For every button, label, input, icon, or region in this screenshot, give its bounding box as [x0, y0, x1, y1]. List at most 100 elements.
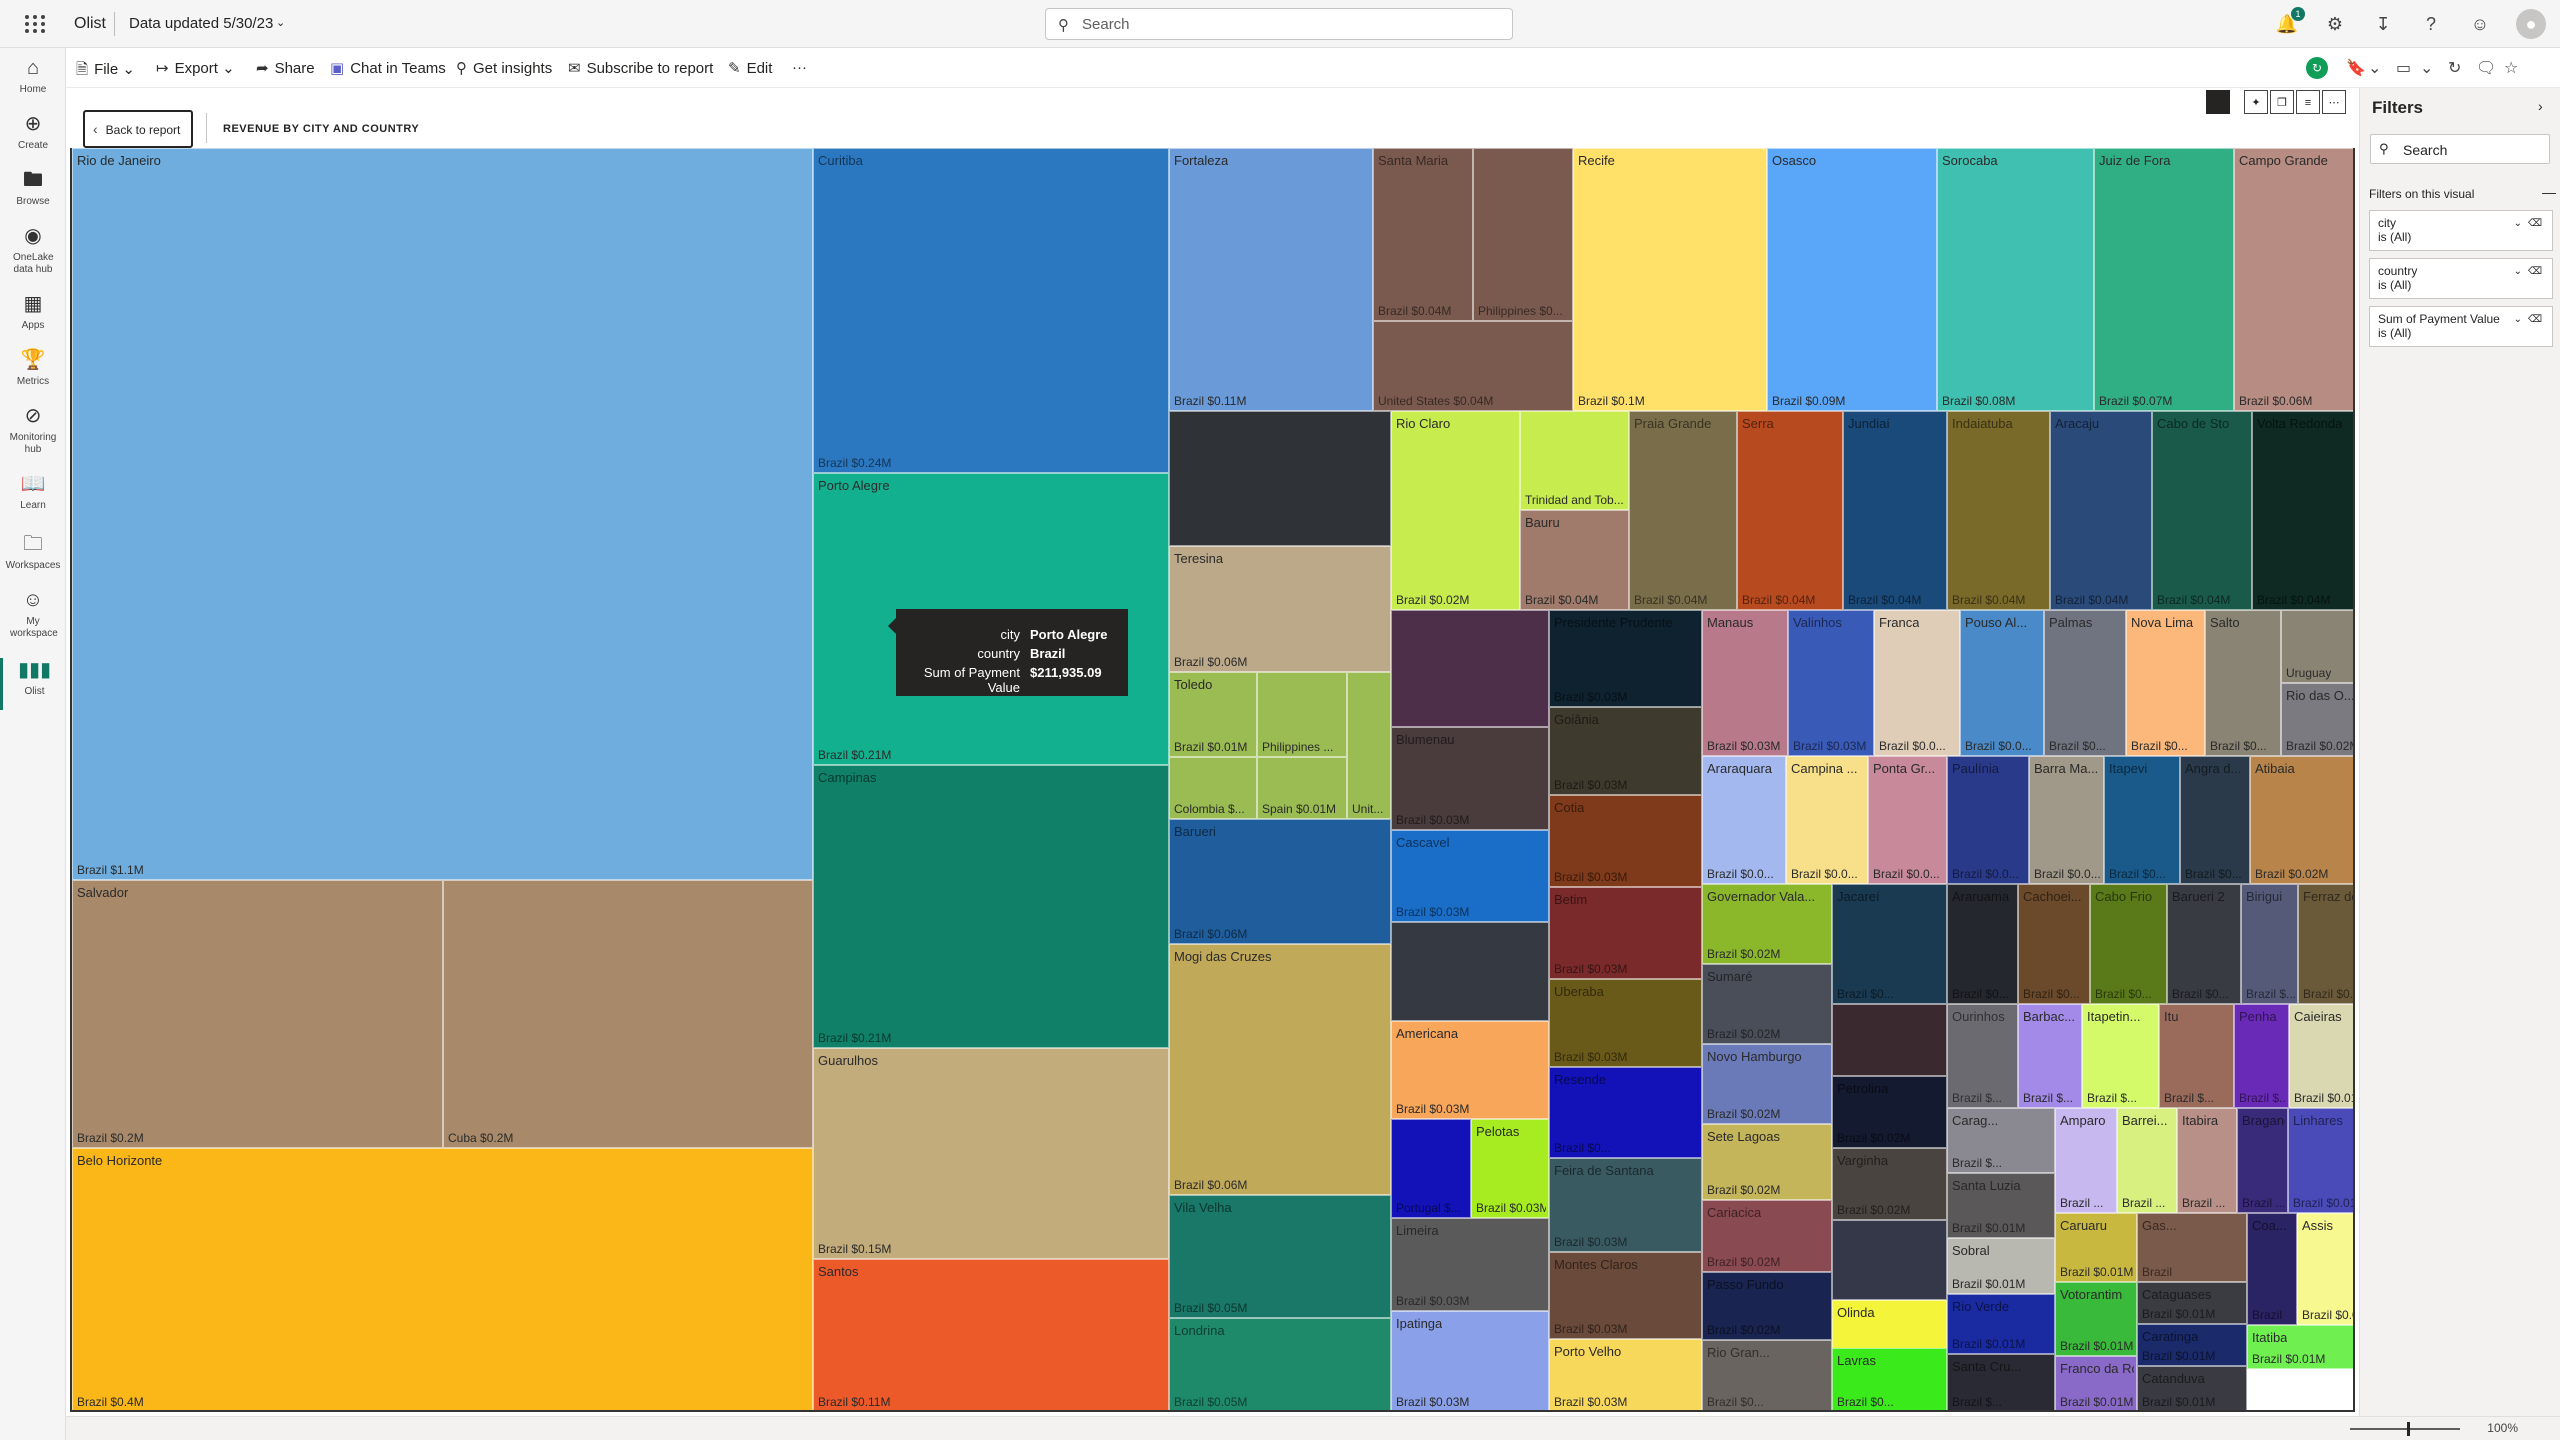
zoom-slider[interactable] — [2350, 1428, 2460, 1430]
treemap-cell[interactable]: Barueri 2 Brazil $0... — [2167, 884, 2241, 1004]
filter-card-city[interactable]: city is (All) ⌄ ⌫ — [2369, 210, 2553, 251]
gear-icon[interactable]: ⚙ — [2323, 12, 2347, 36]
nav-home[interactable]: ⌂ Home — [0, 56, 66, 96]
edit-button[interactable]: ✎ Edit — [728, 59, 772, 77]
file-menu[interactable]: 🗎 File ⌄ — [76, 59, 135, 84]
treemap-cell[interactable]: Carag... Brazil $... — [1947, 1108, 2055, 1173]
treemap-cell[interactable]: Guarulhos Brazil $0.15M — [813, 1048, 1169, 1259]
treemap-cell[interactable]: Uruguay — [2281, 610, 2353, 683]
refresh-icon[interactable]: ↻ — [2448, 58, 2461, 78]
treemap-cell[interactable]: Salvador Brazil $0.2M — [72, 880, 443, 1148]
subscribe-button[interactable]: ✉ Subscribe to report — [568, 59, 713, 77]
treemap-cell[interactable]: Linhares Brazil $0.01M — [2288, 1108, 2353, 1213]
treemap-cell[interactable]: Itu Brazil $... — [2159, 1004, 2234, 1108]
chevron-down-icon[interactable]: ⌄ — [2514, 265, 2522, 279]
treemap-cell[interactable]: Ponta Gr... Brazil $0.0... — [1868, 756, 1947, 884]
treemap-cell[interactable]: Volta Redonda Brazil $0.04M — [2252, 411, 2353, 610]
treemap-cell[interactable]: Amparo Brazil ... — [2055, 1108, 2117, 1213]
treemap-cell[interactable]: Osasco Brazil $0.09M — [1767, 148, 1937, 411]
treemap-cell[interactable]: Montes Claros Brazil $0.03M — [1549, 1252, 1702, 1339]
back-to-report-button[interactable]: ‹ Back to report — [83, 110, 193, 148]
chevron-down-icon[interactable]: ⌄ — [2514, 313, 2522, 327]
treemap-cell[interactable]: Varginha Brazil $0.02M — [1832, 1148, 1947, 1220]
treemap-cell[interactable]: Manaus Brazil $0.03M — [1702, 610, 1788, 756]
treemap-cell[interactable]: Itatiba Brazil $0.01M — [2247, 1325, 2353, 1369]
eraser-icon[interactable]: ⌫ — [2528, 313, 2542, 327]
nav-my-workspace[interactable]: ☺ My workspace — [0, 588, 66, 640]
nav-metrics[interactable]: 🏆 Metrics — [0, 348, 66, 388]
get-insights-button[interactable]: ⚲ Get insights — [456, 59, 552, 77]
treemap-cell[interactable]: Unit... — [1347, 672, 1391, 819]
view-icon[interactable]: ▭ — [2396, 58, 2411, 78]
treemap-cell[interactable]: Campinas Brazil $0.21M — [813, 765, 1169, 1048]
nav-olist[interactable]: ▮▮▮ Olist — [0, 658, 66, 710]
treemap-cell[interactable]: Ipatinga Brazil $0.03M — [1391, 1311, 1549, 1410]
treemap-cell[interactable]: Salto Brazil $0... — [2205, 610, 2281, 756]
treemap-cell[interactable] — [1832, 1220, 1947, 1300]
chevron-down-icon[interactable]: ⌄ — [2368, 58, 2381, 78]
chat-in-teams-button[interactable]: ▣ Chat in Teams — [330, 59, 446, 77]
treemap-cell[interactable]: Gas... Brazil — [2137, 1213, 2247, 1282]
zoom-slider-thumb[interactable] — [2407, 1422, 2410, 1436]
treemap-cell[interactable]: Uberaba Brazil $0.03M — [1549, 979, 1702, 1067]
treemap-cell[interactable]: Rio de Janeiro Brazil $1.1M — [72, 148, 813, 880]
treemap-cell[interactable]: Cuba $0.2M — [443, 880, 813, 1148]
treemap-cell[interactable]: Barueri Brazil $0.06M — [1169, 819, 1391, 944]
treemap-cell[interactable]: Penha Brazil $... — [2234, 1004, 2289, 1108]
treemap-cell[interactable]: Valinhos Brazil $0.03M — [1788, 610, 1874, 756]
treemap-cell[interactable]: Catanduva Brazil $0.01M — [2137, 1366, 2247, 1410]
chevron-down-icon[interactable]: ⌄ — [276, 16, 285, 29]
treemap-cell[interactable]: Barra Ma... Brazil $0.0... — [2029, 756, 2104, 884]
treemap-cell[interactable]: Caieiras Brazil $0.01M — [2289, 1004, 2353, 1108]
treemap-cell[interactable]: Santa Luzia Brazil $0.01M — [1947, 1173, 2055, 1238]
treemap-cell[interactable]: Barbac... Brazil $... — [2018, 1004, 2082, 1108]
treemap-cell[interactable]: Petrolina Brazil $0.02M — [1832, 1076, 1947, 1148]
feedback-smiley-icon[interactable]: ☺ — [2468, 12, 2492, 36]
treemap-cell[interactable]: Araruama Brazil $0... — [1947, 884, 2018, 1004]
treemap-cell[interactable]: Presidente Prudente Brazil $0.03M — [1549, 610, 1702, 707]
treemap-cell[interactable]: Colombia $... — [1169, 757, 1257, 819]
treemap-cell[interactable]: Paulínia Brazil $0.0... — [1947, 756, 2029, 884]
help-icon[interactable]: ? — [2419, 12, 2443, 36]
treemap-cell[interactable]: Belo Horizonte Brazil $0.4M — [72, 1148, 813, 1410]
treemap-cell[interactable]: Sumaré Brazil $0.02M — [1702, 964, 1832, 1044]
treemap-cell[interactable]: Spain $0.01M — [1257, 757, 1347, 819]
filter-card-payment-value[interactable]: Sum of Payment Value is (All) ⌄ ⌫ — [2369, 306, 2553, 347]
filter-icon[interactable]: ≡ — [2296, 90, 2320, 114]
treemap-cell[interactable]: Campina ... Brazil $0.0... — [1786, 756, 1868, 884]
treemap-cell[interactable]: Goiânia Brazil $0.03M — [1549, 707, 1702, 795]
nav-create[interactable]: ⊕ Create — [0, 112, 66, 152]
app-name[interactable]: Olist — [74, 15, 106, 33]
filters-search-input[interactable]: ⚲ Search — [2370, 134, 2550, 164]
copilot-icon[interactable]: ↻ — [2306, 57, 2328, 79]
treemap-cell[interactable]: Franca Brazil $0.0... — [1874, 610, 1960, 756]
treemap-cell[interactable]: Assis Brazil $0.01M — [2297, 1213, 2353, 1325]
treemap-cell[interactable]: Caruaru Brazil $0.01M — [2055, 1213, 2137, 1282]
treemap-cell[interactable] — [1832, 1004, 1947, 1076]
collapse-pane-icon[interactable]: › — [2538, 98, 2543, 114]
treemap-cell[interactable]: Campo Grande Brazil $0.06M — [2234, 148, 2353, 411]
app-launcher-icon[interactable] — [22, 12, 46, 36]
treemap-cell[interactable]: Rio Verde Brazil $0.01M — [1947, 1294, 2055, 1354]
treemap-cell[interactable]: Governador Vala... Brazil $0.02M — [1702, 884, 1832, 964]
treemap-cell[interactable]: Resende Brazil $0... — [1549, 1067, 1702, 1158]
treemap-cell[interactable]: Recife Brazil $0.1M — [1573, 148, 1767, 411]
treemap-cell[interactable]: Aracaju Brazil $0.04M — [2050, 411, 2152, 610]
treemap-cell[interactable]: Porto Velho Brazil $0.03M — [1549, 1339, 1702, 1410]
data-updated-label[interactable]: Data updated 5/30/23 — [129, 15, 273, 32]
treemap-cell[interactable]: Barrei... Brazil ... — [2117, 1108, 2177, 1213]
treemap-cell[interactable]: Birigui Brazil $... — [2241, 884, 2298, 1004]
global-search-input[interactable]: ⚲ Search — [1045, 8, 1513, 40]
treemap-cell[interactable]: Cotia Brazil $0.03M — [1549, 795, 1702, 887]
filter-pane-toggle-icon[interactable] — [2206, 90, 2230, 114]
share-button[interactable]: ➦ Share — [256, 59, 315, 77]
treemap-cell[interactable]: Cabo de Sto Brazil $0.04M — [2152, 411, 2252, 610]
treemap-cell[interactable] — [1391, 922, 1549, 1021]
treemap-cell[interactable]: Limeira Brazil $0.03M — [1391, 1218, 1549, 1311]
treemap-cell[interactable]: Praia Grande Brazil $0.04M — [1629, 411, 1737, 610]
treemap-cell[interactable]: Ferraz de Vasc... Brazil $0.02M — [2298, 884, 2353, 1004]
treemap-cell[interactable]: Fortaleza Brazil $0.11M — [1169, 148, 1373, 411]
treemap-cell[interactable]: Ourinhos Brazil $... — [1947, 1004, 2018, 1108]
favorite-icon[interactable]: ☆ — [2504, 58, 2518, 78]
treemap-cell[interactable]: Indaiatuba Brazil $0.04M — [1947, 411, 2050, 610]
